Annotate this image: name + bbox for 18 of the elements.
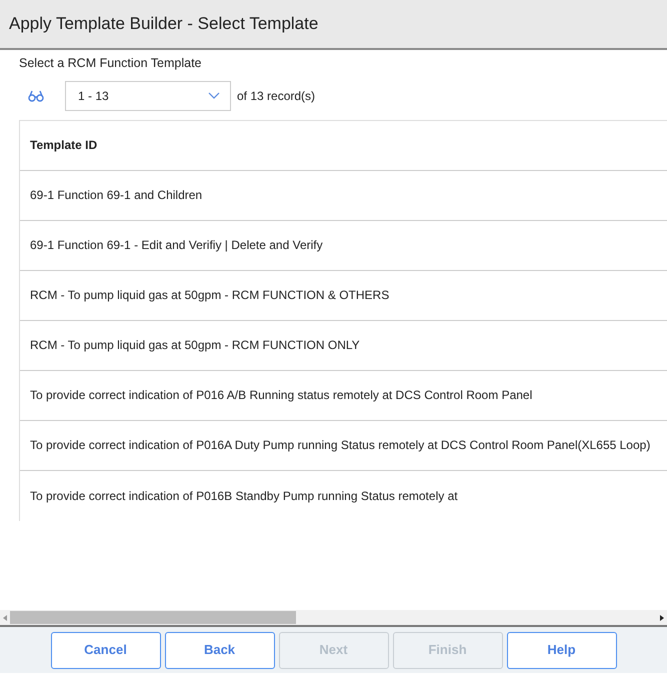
record-count: of 13 record(s) bbox=[237, 88, 316, 105]
dialog-button[interactable]: Help bbox=[506, 632, 616, 668]
horizontal-scrollbar[interactable] bbox=[0, 610, 667, 627]
table-cell[interactable]: RCM - To pump liquid gas at 50gpm - RCM FUNCTION ONLY bbox=[20, 320, 667, 371]
chevron-down-icon bbox=[208, 92, 220, 100]
window-title: Apply Template Builder - Select Template bbox=[9, 13, 318, 36]
dialog-button[interactable]: Cancel bbox=[50, 632, 160, 668]
table-cell[interactable]: 69-1 Function 69-1 and Children bbox=[20, 170, 667, 221]
table-cell[interactable]: To provide correct indication of P016B Standby Pump running Status remotely at bbox=[20, 470, 667, 521]
page-range-dropdown[interactable]: 1 - 13 bbox=[65, 80, 231, 111]
section-heading: Select a RCM Function Template bbox=[19, 55, 202, 72]
binoculars-icon[interactable] bbox=[28, 90, 44, 102]
table-cell[interactable]: To provide correct indication of P016A Duty Pump running Status remotely at DCS Control Room Panel(XL655 Loop) bbox=[20, 420, 667, 471]
table-cell[interactable]: To provide correct indication of P016 A/B Running status remotely at DCS Control Room Panel bbox=[20, 370, 667, 421]
dialog-button[interactable]: Back bbox=[164, 632, 274, 668]
column-header[interactable]: Template ID bbox=[20, 120, 667, 171]
table-cell[interactable]: RCM - To pump liquid gas at 50gpm - RCM FUNCTION & OTHERS bbox=[20, 270, 667, 321]
table-cell[interactable]: 69-1 Function 69-1 - Edit and Verifiy | Delete and Verify bbox=[20, 220, 667, 271]
